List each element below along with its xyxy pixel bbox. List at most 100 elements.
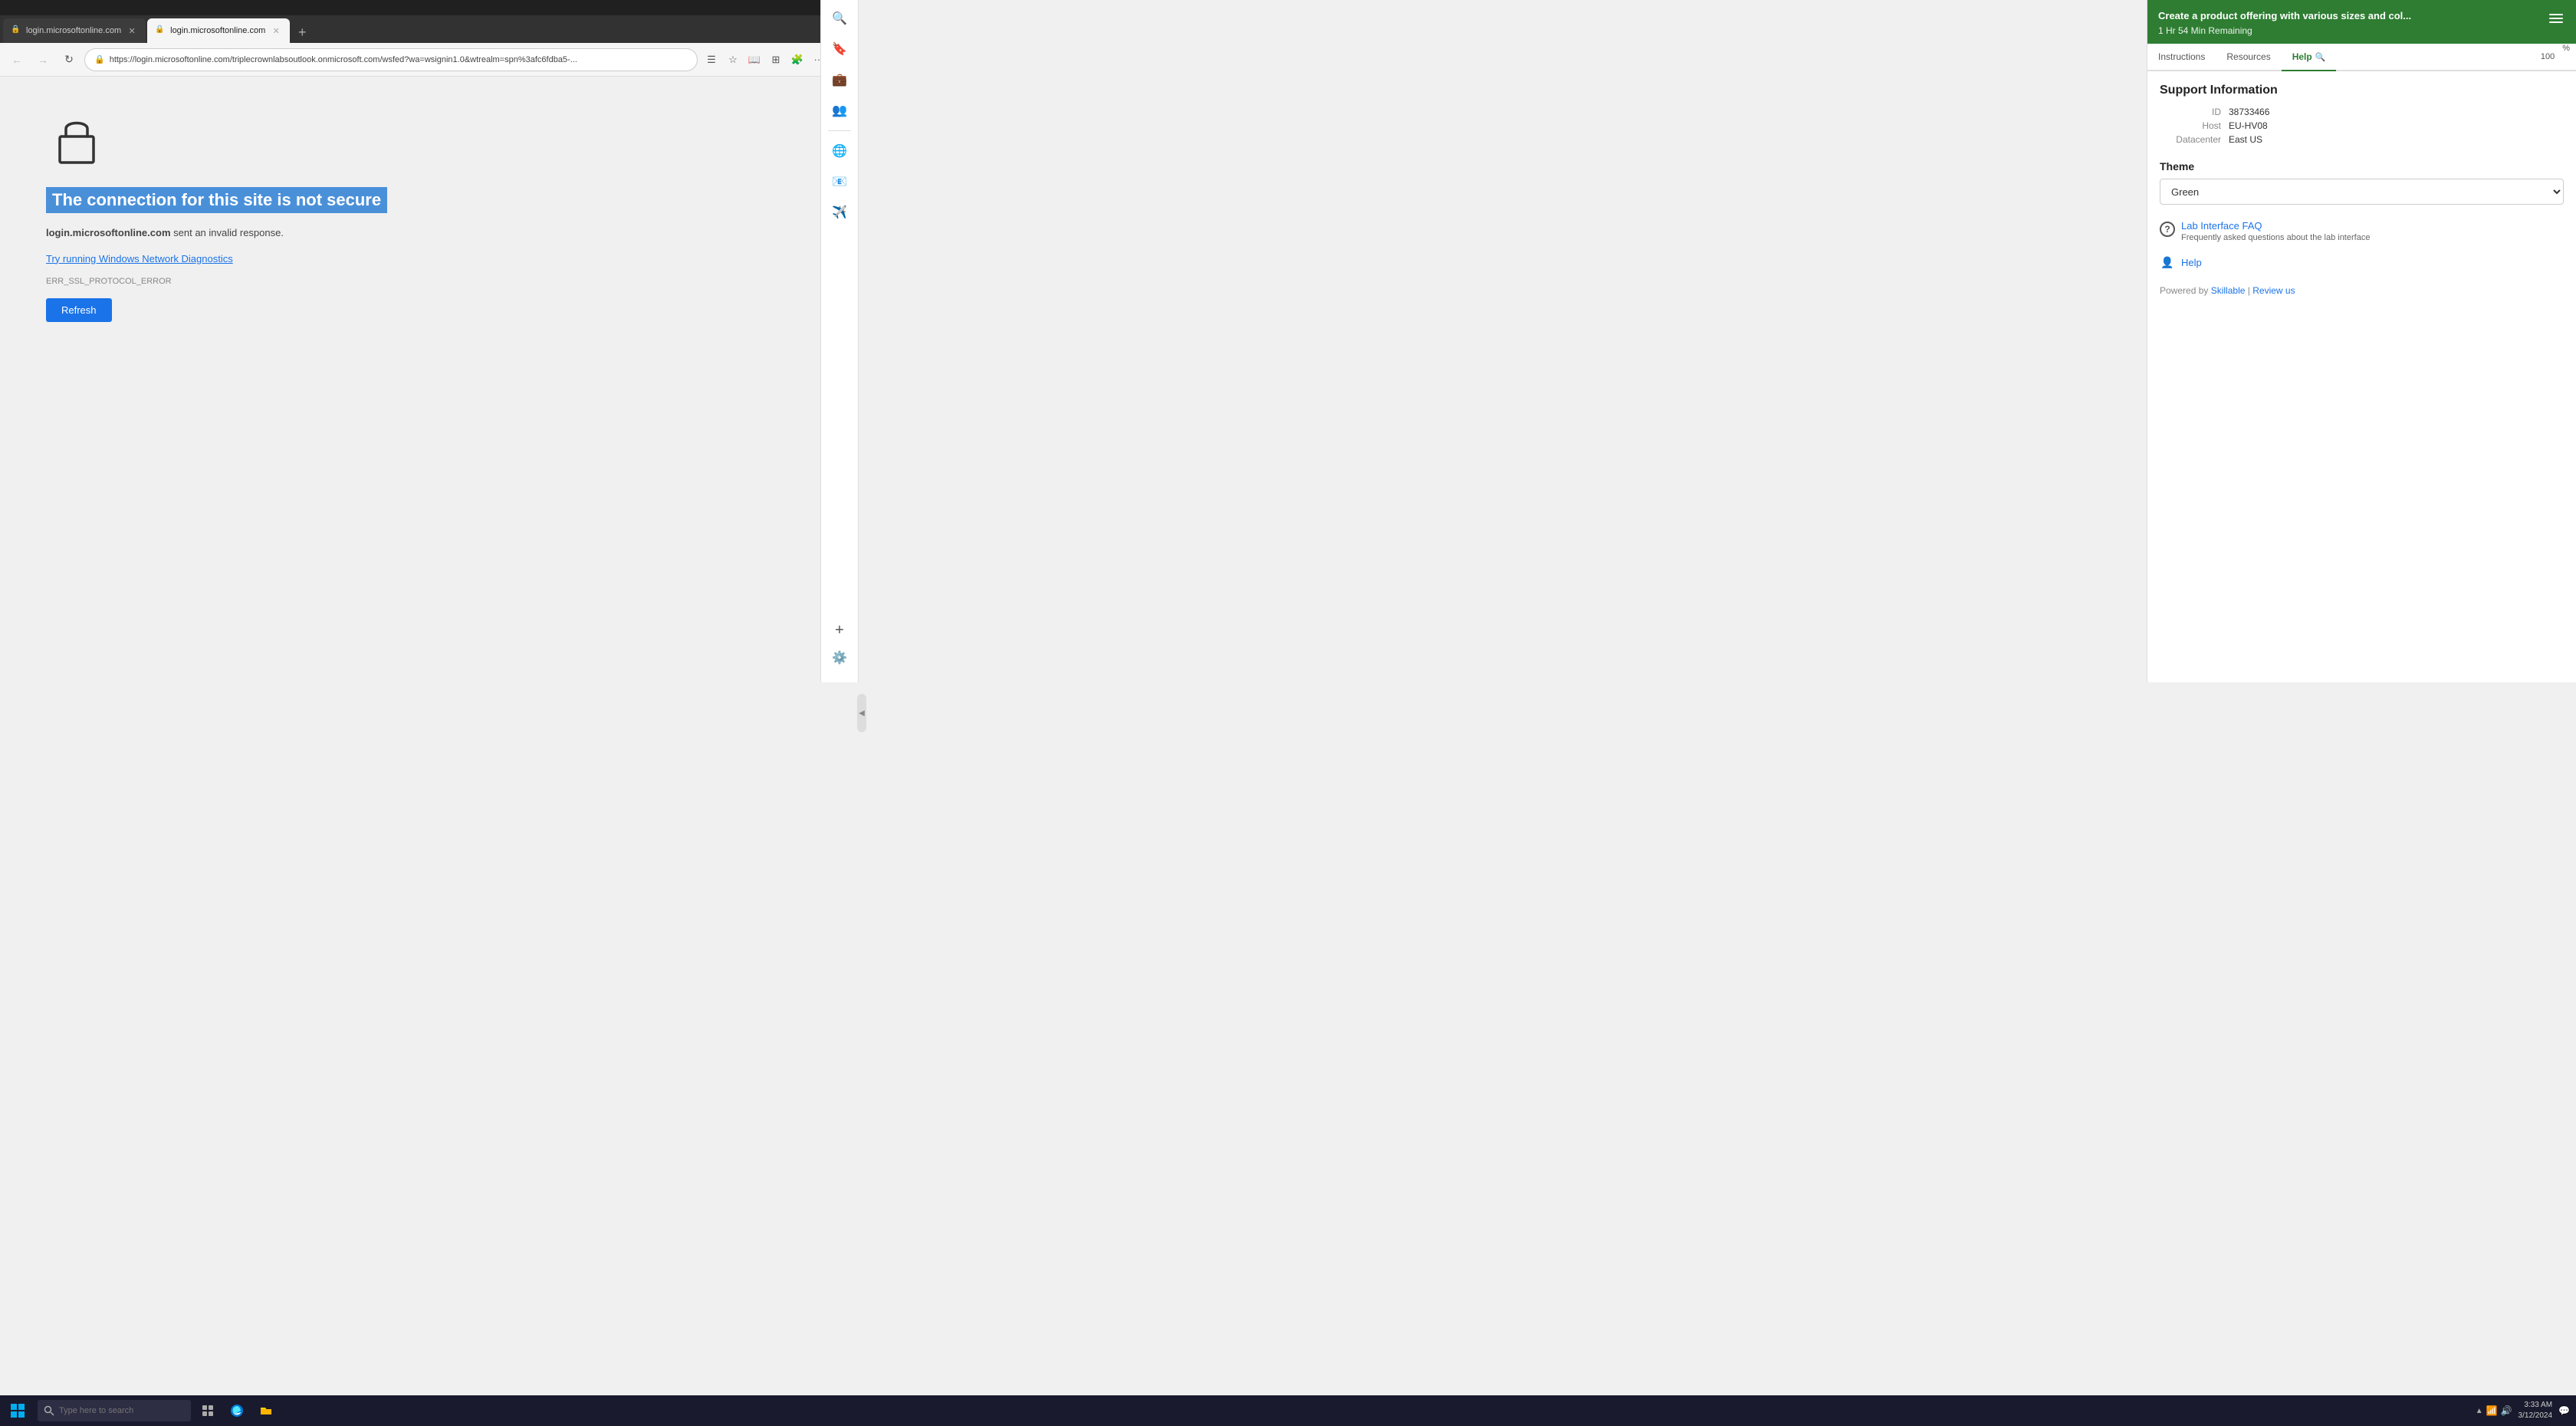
sidebar-time-remaining: 1 Hr 54 Min Remaining (2158, 25, 2547, 36)
host-label: Host (2160, 120, 2221, 131)
settings-icon[interactable]: ⚙️ (826, 644, 853, 672)
briefcase-icon[interactable]: 💼 (826, 66, 853, 94)
tab-close-2[interactable]: ✕ (270, 25, 282, 37)
file-explorer-icon[interactable] (252, 1395, 280, 1426)
tab-resources-label: Resources (2226, 51, 2270, 62)
faq-section: ? Lab Interface FAQ Frequently asked que… (2160, 220, 2564, 242)
skillable-link[interactable]: Skillable (2211, 285, 2246, 296)
id-value: 38733466 (2229, 107, 2269, 117)
host-value: EU-HV08 (2229, 120, 2268, 131)
question-mark-icon: ? (2160, 222, 2175, 237)
clock-time: 3:33 AM (2518, 1400, 2553, 1411)
search-input[interactable] (59, 1406, 182, 1415)
zoom-level: 100 (2541, 44, 2562, 70)
tab-title-2: login.microsoftonline.com (170, 26, 265, 35)
review-link[interactable]: Review us (2252, 285, 2295, 296)
address-url: https://login.microsoftonline.com/triple… (110, 55, 688, 64)
taskbar: ▲ 📶 🔊 3:33 AM 3/12/2024 💬 (0, 1395, 2576, 1426)
globe-icon[interactable]: 🌐 (826, 137, 853, 165)
magnify-icon[interactable]: 🔍 (826, 5, 853, 32)
reload-button[interactable]: ↻ (58, 49, 80, 71)
error-container: The connection for this site is not secu… (46, 107, 387, 322)
sidebar-header: Create a product offering with various s… (2147, 0, 2576, 44)
tab-instructions[interactable]: Instructions (2147, 44, 2216, 71)
tab-help[interactable]: Help 🔍 (2282, 44, 2337, 71)
browser-tab-2[interactable]: 🔒 login.microsoftonline.com ✕ (147, 18, 290, 43)
add-to-favorites-icon[interactable]: ☆ (724, 51, 742, 69)
faq-text: Lab Interface FAQ Frequently asked quest… (2181, 220, 2370, 242)
clock-date: 3/12/2024 (2518, 1411, 2553, 1421)
people-icon[interactable]: 👥 (826, 97, 853, 124)
browser-tab-1[interactable]: 🔒 login.microsoftonline.com ✕ (3, 18, 146, 43)
network-diagnostics-link[interactable]: Try running Windows Network Diagnostics (46, 253, 233, 264)
powered-by-label: Powered by (2160, 285, 2208, 296)
sidebar-tabs: Instructions Resources Help 🔍 100 % (2147, 44, 2576, 71)
task-view-icon[interactable] (194, 1395, 222, 1426)
sidebar-lab-title: Create a product offering with various s… (2158, 9, 2547, 23)
reader-mode-icon[interactable]: ☰ (702, 51, 721, 69)
search-icon: 🔍 (2315, 52, 2326, 62)
theme-select[interactable]: Green Blue Dark Light (2160, 179, 2564, 205)
bookmark-icon[interactable]: 🔖 (826, 35, 853, 63)
start-button[interactable] (0, 1395, 34, 1426)
powered-by: Powered by Skillable | Review us (2160, 285, 2564, 296)
tab-favicon-2: 🔒 (155, 25, 166, 36)
edge-browser-icon[interactable] (223, 1395, 251, 1426)
help-link-section: 👤 Help (2160, 255, 2564, 270)
hamburger-line-2 (2549, 18, 2563, 19)
tab-close-1[interactable]: ✕ (126, 25, 138, 37)
back-button[interactable]: ← (6, 49, 28, 71)
id-label: ID (2160, 107, 2221, 117)
faq-description: Frequently asked questions about the lab… (2181, 233, 2370, 242)
chevron-up-icon[interactable]: ▲ (2476, 1407, 2483, 1415)
taskbar-right: ▲ 📶 🔊 3:33 AM 3/12/2024 💬 (2476, 1400, 2576, 1421)
support-info-title: Support Information (2160, 84, 2564, 97)
hamburger-line-3 (2549, 21, 2563, 23)
outlook-icon[interactable]: 📧 (826, 168, 853, 196)
browser-addressbar: ← → ↻ 🔒 https://login.microsoftonline.co… (0, 43, 859, 77)
separator: | (2248, 285, 2250, 296)
browser-titlebar: — ❐ ✕ (0, 0, 859, 15)
icon-strip-bottom: + ⚙️ (826, 616, 853, 678)
support-info-section: Support Information ID 38733466 Host EU-… (2160, 84, 2564, 145)
datacenter-label: Datacenter (2160, 134, 2221, 145)
right-sidebar: Create a product offering with various s… (2147, 0, 2576, 682)
tab-favicon-1: 🔒 (11, 25, 21, 36)
help-link[interactable]: Help (2181, 257, 2202, 268)
collections-icon[interactable]: ⊞ (767, 51, 785, 69)
taskbar-search[interactable] (38, 1400, 191, 1421)
refresh-button[interactable]: Refresh (46, 298, 112, 322)
address-bar[interactable]: 🔒 https://login.microsoftonline.com/trip… (84, 48, 698, 71)
error-body-text: sent an invalid response. (173, 227, 284, 238)
icon-divider (828, 130, 851, 131)
taskbar-icons (194, 1395, 280, 1426)
network-icon[interactable]: 📶 (2486, 1405, 2498, 1416)
search-icon (44, 1405, 54, 1416)
add-extension-button[interactable]: + (826, 616, 853, 644)
theme-label: Theme (2160, 160, 2564, 172)
plane-icon[interactable]: ✈️ (826, 199, 853, 226)
browser-tabs: 🔒 login.microsoftonline.com ✕ 🔒 login.mi… (0, 15, 859, 43)
tab-resources[interactable]: Resources (2216, 44, 2281, 71)
faq-link[interactable]: Lab Interface FAQ (2181, 220, 2370, 232)
notifications-icon[interactable]: 💬 (2558, 1405, 2570, 1416)
clock[interactable]: 3:33 AM 3/12/2024 (2518, 1400, 2553, 1421)
tab-title-1: login.microsoftonline.com (26, 26, 121, 35)
datacenter-value: East US (2229, 134, 2262, 145)
extensions-icon[interactable]: 🧩 (788, 51, 807, 69)
browser-content: The connection for this site is not secu… (0, 77, 859, 682)
new-tab-button[interactable]: + (291, 21, 313, 43)
sidebar-collapse-handle[interactable]: ◀ (857, 694, 866, 732)
sidebar-header-text: Create a product offering with various s… (2158, 9, 2547, 36)
lock-icon (46, 107, 107, 169)
sidebar-content: Support Information ID 38733466 Host EU-… (2147, 71, 2576, 682)
forward-button[interactable]: → (32, 49, 54, 71)
browser-window: — ❐ ✕ 🔒 login.microsoftonline.com ✕ 🔒 lo… (0, 0, 859, 682)
system-tray-icons: ▲ 📶 🔊 (2476, 1405, 2512, 1416)
tab-instructions-label: Instructions (2158, 51, 2205, 62)
volume-icon[interactable]: 🔊 (2501, 1405, 2512, 1416)
reading-list-icon[interactable]: 📖 (745, 51, 764, 69)
sidebar-menu-button[interactable] (2547, 9, 2565, 28)
error-title: The connection for this site is not secu… (46, 187, 387, 213)
theme-section: Theme Green Blue Dark Light (2160, 160, 2564, 205)
